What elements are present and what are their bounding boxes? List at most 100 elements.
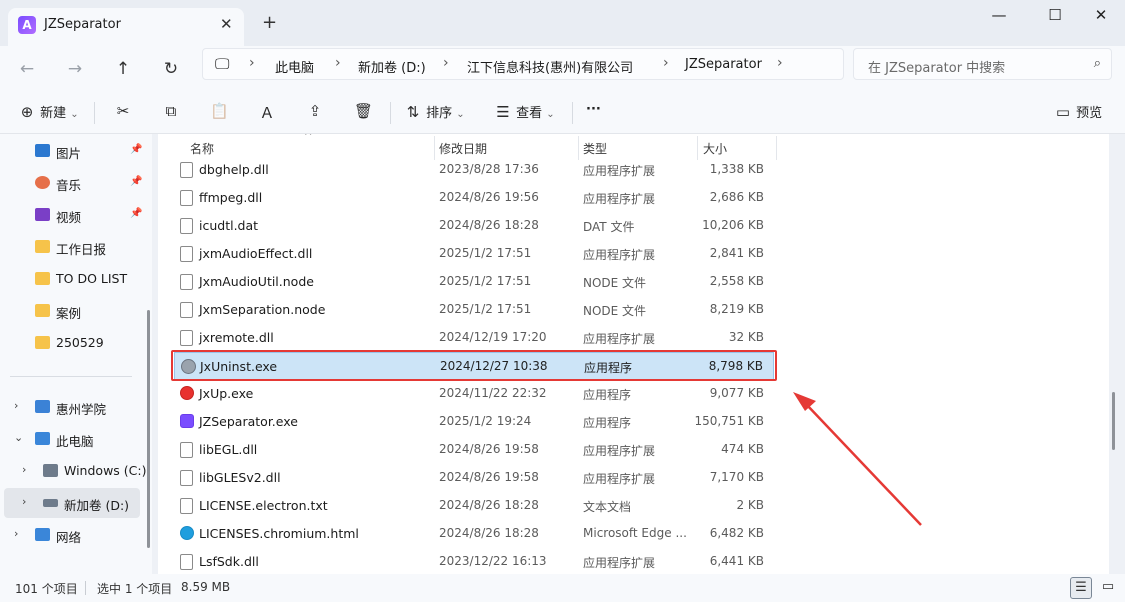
file-name[interactable]: icudtl.dat bbox=[199, 218, 258, 233]
breadcrumb-separator[interactable]: › bbox=[335, 55, 341, 71]
dll-file-icon bbox=[180, 554, 193, 570]
file-name[interactable]: dbghelp.dll bbox=[199, 162, 269, 177]
breadcrumb-jzseparator[interactable]: JZSeparator bbox=[685, 57, 762, 72]
new-tab-icon[interactable]: + bbox=[262, 12, 277, 33]
table-row[interactable]: LICENSES.chromium.html 2024/8/26 18:28 Mic… bbox=[174, 520, 774, 548]
table-row[interactable]: jxmAudioEffect.dll 2025/1/2 17:51 应用程序扩展 2,… bbox=[174, 240, 774, 268]
chevron-right-icon[interactable]: › bbox=[14, 399, 18, 412]
sidebar-item-todo-list[interactable]: TO DO LIST bbox=[4, 264, 152, 294]
file-name[interactable]: JxmSeparation.node bbox=[199, 302, 325, 317]
more-options-button[interactable]: ··· bbox=[586, 102, 601, 124]
table-row[interactable]: dbghelp.dll 2023/8/28 17:36 应用程序扩展 1,338 KB bbox=[174, 156, 774, 184]
details-view-icon[interactable]: ☰ bbox=[1070, 577, 1092, 599]
table-row[interactable]: JZSeparator.exe 2025/1/2 19:24 应用程序 150,751… bbox=[174, 408, 774, 436]
sidebar-item-drive-d[interactable]: › 新加卷 (D:) bbox=[4, 488, 140, 518]
dll-file-icon bbox=[180, 470, 193, 486]
forward-icon[interactable]: → bbox=[60, 54, 90, 84]
window-close-icon[interactable]: ✕ bbox=[1078, 6, 1124, 26]
breadcrumb-separator[interactable]: › bbox=[249, 55, 255, 71]
tab-jzseparator[interactable]: A JZSeparator ✕ bbox=[8, 8, 244, 46]
file-name[interactable]: JxmAudioUtil.node bbox=[199, 274, 314, 289]
chevron-right-icon[interactable]: › bbox=[22, 463, 26, 476]
breadcrumb-separator[interactable]: › bbox=[663, 55, 669, 71]
sidebar-item-network[interactable]: › 网络 bbox=[4, 520, 152, 550]
paste-button[interactable]: 📋 bbox=[210, 102, 229, 124]
address-bar[interactable]: 🖵 › 此电脑 › 新加卷 (D:) › 江下信息科技(惠州)有限公司 › JZ… bbox=[202, 48, 844, 80]
maximize-icon[interactable]: ☐ bbox=[1032, 6, 1078, 26]
column-header-type[interactable]: 类型 bbox=[583, 140, 607, 157]
rename-button[interactable]: Ａ bbox=[258, 102, 276, 124]
chevron-right-icon[interactable]: › bbox=[14, 527, 18, 540]
copy-button[interactable]: ⧉ bbox=[162, 102, 180, 124]
file-name[interactable]: LICENSES.chromium.html bbox=[199, 526, 359, 541]
file-name[interactable]: libGLESv2.dll bbox=[199, 470, 281, 485]
chevron-right-icon[interactable]: › bbox=[22, 495, 26, 508]
file-name[interactable]: jxmAudioEffect.dll bbox=[199, 246, 312, 261]
search-icon[interactable]: ⌕ bbox=[1094, 56, 1101, 71]
breadcrumb-separator[interactable]: › bbox=[443, 55, 449, 71]
sidebar-item-huizhou-university[interactable]: › 惠州学院 bbox=[4, 392, 152, 422]
sidebar-item-videos[interactable]: 视频 📌 bbox=[4, 200, 152, 230]
file-name[interactable]: JxUp.exe bbox=[199, 386, 253, 401]
table-row[interactable]: JxUp.exe 2024/11/22 22:32 应用程序 9,077 KB bbox=[174, 380, 774, 408]
sidebar-item-pictures[interactable]: 图片 📌 bbox=[4, 136, 152, 166]
view-button[interactable]: ☰ 查看 ⌄ bbox=[494, 102, 554, 124]
new-button[interactable]: ⊕ 新建 ⌄ bbox=[18, 102, 79, 124]
breadcrumb-drive-d[interactable]: 新加卷 (D:) bbox=[358, 57, 426, 76]
back-icon[interactable]: ← bbox=[12, 54, 42, 84]
sort-button[interactable]: ⇅ 排序 ⌄ bbox=[404, 102, 465, 124]
sidebar-scrollbar[interactable] bbox=[147, 310, 150, 548]
file-size: 9,077 KB bbox=[709, 386, 764, 400]
breadcrumb-separator[interactable]: › bbox=[777, 55, 783, 71]
sidebar-item-this-pc[interactable]: ⌄ 此电脑 bbox=[4, 424, 152, 454]
table-row[interactable]: JxmAudioUtil.node 2025/1/2 17:51 NODE 文件 2,… bbox=[174, 268, 774, 296]
pin-icon[interactable]: 📌 bbox=[130, 176, 142, 187]
breadcrumb-company-folder[interactable]: 江下信息科技(惠州)有限公司 bbox=[467, 57, 633, 76]
table-row[interactable]: libEGL.dll 2024/8/26 19:58 应用程序扩展 474 KB bbox=[174, 436, 774, 464]
share-button[interactable]: ⇪ bbox=[306, 102, 324, 124]
tiles-view-icon[interactable]: ▭ bbox=[1097, 577, 1119, 599]
search-input[interactable]: 在 JZSeparator 中搜索 ⌕ bbox=[853, 48, 1112, 80]
content-scrollbar[interactable] bbox=[1112, 392, 1115, 450]
file-name[interactable]: LICENSE.electron.txt bbox=[199, 498, 328, 513]
sidebar-item-250529[interactable]: 250529 bbox=[4, 328, 152, 358]
file-type: 应用程序 bbox=[583, 388, 632, 402]
table-row[interactable]: icudtl.dat 2024/8/26 18:28 DAT 文件 10,206 KB bbox=[174, 212, 774, 240]
minimize-icon[interactable]: — bbox=[976, 6, 1022, 26]
sidebar-item-windows-c[interactable]: › Windows (C:) bbox=[4, 456, 152, 486]
up-icon[interactable]: ↑ bbox=[108, 54, 138, 84]
sidebar-item-cases[interactable]: 案例 bbox=[4, 296, 152, 326]
pin-icon[interactable]: 📌 bbox=[130, 144, 142, 155]
chevron-down-icon[interactable]: ⌄ bbox=[14, 431, 23, 444]
file-type: 应用程序 bbox=[583, 416, 632, 430]
delete-button[interactable]: 🗑 bbox=[354, 102, 373, 124]
table-row[interactable]: LICENSE.electron.txt 2024/8/26 18:28 文本文档 2… bbox=[174, 492, 774, 520]
table-row[interactable]: JxmSeparation.node 2025/1/2 17:51 NODE 文件 8… bbox=[174, 296, 774, 324]
file-name[interactable]: LsfSdk.dll bbox=[199, 554, 259, 569]
cut-button[interactable]: ✂ bbox=[114, 102, 132, 124]
table-row[interactable]: libGLESv2.dll 2024/8/26 19:58 应用程序扩展 7,170 … bbox=[174, 464, 774, 492]
table-row[interactable]: ffmpeg.dll 2024/8/26 19:56 应用程序扩展 2,686 KB bbox=[174, 184, 774, 212]
column-divider[interactable] bbox=[776, 136, 777, 160]
file-name[interactable]: libEGL.dll bbox=[199, 442, 257, 457]
new-label: 新建 bbox=[40, 106, 67, 121]
refresh-icon[interactable]: ↻ bbox=[156, 54, 186, 84]
table-row[interactable]: LsfSdk.dll 2023/12/22 16:13 应用程序扩展 6,441 KB bbox=[174, 548, 774, 574]
column-header-size[interactable]: 大小 bbox=[703, 140, 727, 157]
sidebar-item-work-daily[interactable]: 工作日报 bbox=[4, 232, 152, 262]
pin-icon[interactable]: 📌 bbox=[130, 208, 142, 219]
column-header-date[interactable]: 修改日期 bbox=[439, 140, 487, 157]
file-size: 474 KB bbox=[721, 442, 764, 456]
file-name[interactable]: jxremote.dll bbox=[199, 330, 274, 345]
tab-close-icon[interactable]: ✕ bbox=[220, 15, 233, 33]
preview-button[interactable]: ▭ 预览 bbox=[1054, 102, 1102, 124]
breadcrumb-this-pc[interactable]: 此电脑 bbox=[275, 57, 314, 76]
file-name[interactable]: JZSeparator.exe bbox=[199, 414, 298, 429]
file-modified-date: 2025/1/2 17:51 bbox=[439, 246, 532, 260]
column-header-name[interactable]: 名称 bbox=[190, 140, 214, 157]
computer-icon[interactable]: 🖵 bbox=[215, 55, 229, 73]
table-row[interactable]: jxremote.dll 2024/12/19 17:20 应用程序扩展 32 KB bbox=[174, 324, 774, 352]
file-type: 应用程序扩展 bbox=[583, 556, 656, 570]
file-name[interactable]: ffmpeg.dll bbox=[199, 190, 262, 205]
sidebar-item-music[interactable]: 音乐 📌 bbox=[4, 168, 152, 198]
